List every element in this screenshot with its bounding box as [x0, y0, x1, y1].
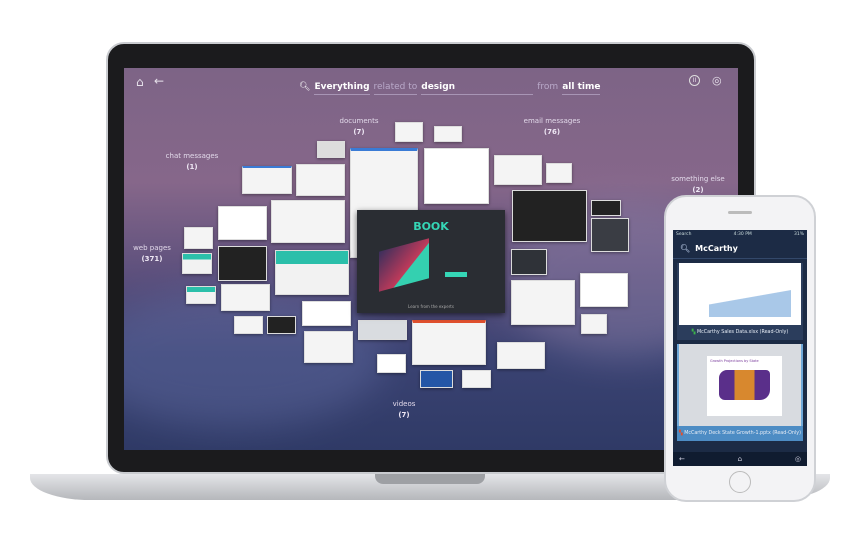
- result-thumbnail[interactable]: [218, 206, 267, 240]
- laptop-notch: [375, 474, 485, 484]
- time-prefix: from: [537, 82, 559, 92]
- result-thumbnail[interactable]: [317, 141, 345, 158]
- arrow-left-icon[interactable]: ←: [679, 455, 685, 463]
- result-thumbnail[interactable]: [275, 250, 349, 295]
- result-thumbnail[interactable]: [234, 316, 263, 334]
- status-bar: Search 4:30 PM 31%: [673, 230, 807, 239]
- phone-nav: ← ⌂ ◎: [673, 452, 807, 466]
- spreadsheet-preview: [679, 263, 801, 325]
- connector-label: related to: [373, 82, 418, 95]
- top-bar: ⌂ ← 🔍︎ Everything related to design from…: [124, 68, 738, 108]
- search-icon: 🔍︎: [680, 244, 691, 253]
- result-thumbnail[interactable]: [271, 200, 345, 243]
- result-thumbnail[interactable]: [186, 286, 216, 304]
- result-thumbnail[interactable]: [511, 249, 547, 275]
- featured-title: BOOK: [413, 220, 449, 233]
- phone-screen: Search 4:30 PM 31% 🔍︎ McCarthy ▚ McCarth…: [673, 230, 807, 466]
- laptop-screen: ⌂ ← 🔍︎ Everything related to design from…: [124, 68, 738, 450]
- user-circle-icon[interactable]: ◎: [795, 455, 801, 463]
- result-thumbnail[interactable]: [591, 200, 621, 216]
- result-caption: McCarthy Sales Data.xlsx (Read-Only): [696, 330, 789, 335]
- result-thumbnail[interactable]: [267, 316, 296, 334]
- result-thumbnail[interactable]: [221, 284, 270, 311]
- user-circle-icon[interactable]: ◎: [712, 74, 722, 87]
- result-thumbnail[interactable]: [462, 370, 491, 388]
- result-thumbnail[interactable]: [242, 166, 292, 194]
- category-something-else[interactable]: something else (2): [658, 175, 738, 194]
- slide-preview: Growth Projections by State: [679, 344, 801, 426]
- featured-footer: Learn from the experts: [408, 304, 454, 309]
- result-thumbnail[interactable]: [512, 190, 587, 242]
- home-icon[interactable]: ⌂: [136, 75, 144, 89]
- result-thumbnail[interactable]: [304, 331, 353, 363]
- book-image: [379, 238, 429, 292]
- result-thumbnail[interactable]: [497, 342, 545, 369]
- result-thumbnail[interactable]: [412, 320, 486, 365]
- result-thumbnail[interactable]: [494, 155, 542, 185]
- result-thumbnail[interactable]: [377, 354, 406, 373]
- scope-select[interactable]: Everything: [314, 82, 370, 95]
- slide-title: Growth Projections by State: [710, 359, 759, 363]
- pause-icon[interactable]: II: [689, 75, 700, 86]
- category-documents[interactable]: documents (7): [319, 117, 399, 136]
- category-email-messages[interactable]: email messages (76): [512, 117, 592, 136]
- query-input[interactable]: design: [421, 82, 534, 95]
- result-thumbnail[interactable]: [580, 273, 628, 307]
- powerpoint-icon: ▚: [678, 431, 683, 436]
- time-select[interactable]: all time: [562, 82, 601, 95]
- phone-search[interactable]: 🔍︎ McCarthy: [673, 239, 807, 259]
- result-thumbnail[interactable]: [434, 126, 462, 142]
- result-caption: McCarthy Deck State Growth-1.pptx (Read-…: [684, 431, 801, 436]
- result-thumbnail[interactable]: [184, 227, 213, 249]
- result-thumbnail[interactable]: [420, 370, 453, 388]
- featured-result[interactable]: BOOK Learn from the experts: [357, 210, 505, 313]
- search-bar[interactable]: 🔍︎ Everything related to design from all…: [299, 82, 601, 95]
- battery: 31%: [793, 232, 804, 237]
- carrier: Search: [676, 232, 692, 237]
- home-icon[interactable]: ⌂: [738, 455, 742, 463]
- phone-query[interactable]: McCarthy: [695, 244, 738, 253]
- result-thumbnail[interactable]: [591, 218, 629, 252]
- result-thumbnail[interactable]: [358, 320, 407, 340]
- clock: 4:30 PM: [733, 232, 752, 237]
- featured-cta: [445, 272, 467, 277]
- result-card[interactable]: ▚ McCarthy Sales Data.xlsx (Read-Only): [677, 263, 803, 340]
- result-thumbnail[interactable]: [511, 280, 575, 325]
- result-thumbnail[interactable]: [182, 253, 212, 274]
- result-thumbnail[interactable]: [296, 164, 345, 196]
- result-thumbnail[interactable]: [546, 163, 572, 183]
- excel-icon: ▚: [691, 330, 696, 335]
- result-thumbnail[interactable]: [581, 314, 607, 334]
- result-thumbnail[interactable]: [395, 122, 423, 142]
- result-card[interactable]: Growth Projections by State ▚ McCarthy D…: [677, 344, 803, 441]
- result-thumbnail[interactable]: [302, 301, 351, 326]
- arrow-left-icon[interactable]: ←: [154, 74, 164, 88]
- category-videos[interactable]: videos (7): [364, 400, 444, 419]
- search-icon: 🔍︎: [299, 82, 311, 92]
- result-thumbnail[interactable]: [424, 148, 489, 204]
- category-chat-messages[interactable]: chat messages (1): [152, 152, 232, 171]
- result-thumbnail[interactable]: [218, 246, 267, 281]
- phone-home-button[interactable]: [729, 471, 751, 493]
- phone-speaker: [728, 211, 752, 214]
